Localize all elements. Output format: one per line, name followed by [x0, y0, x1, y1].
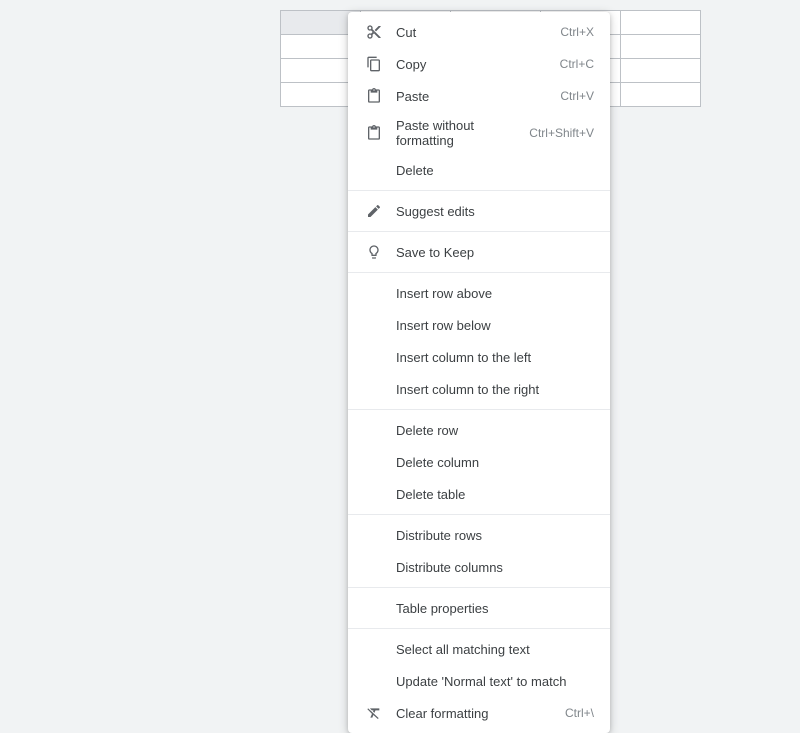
delete-column-label: Delete column: [396, 455, 594, 470]
menu-item-delete-row[interactable]: Delete row: [348, 414, 610, 446]
paste-icon: [364, 86, 384, 106]
menu-item-delete-table[interactable]: Delete table: [348, 478, 610, 510]
menu-item-cut[interactable]: Cut Ctrl+X: [348, 16, 610, 48]
paste-no-format-label: Paste without formatting: [396, 118, 521, 148]
cut-shortcut: Ctrl+X: [560, 25, 594, 39]
menu-item-suggest-edits[interactable]: Suggest edits: [348, 195, 610, 227]
menu-item-copy[interactable]: Copy Ctrl+C: [348, 48, 610, 80]
menu-item-insert-row-below[interactable]: Insert row below: [348, 309, 610, 341]
cut-label: Cut: [396, 25, 552, 40]
divider-7: [348, 628, 610, 629]
table-cell[interactable]: [621, 59, 701, 83]
distribute-rows-label: Distribute rows: [396, 528, 594, 543]
menu-item-insert-col-right[interactable]: Insert column to the right: [348, 373, 610, 405]
table-properties-label: Table properties: [396, 601, 594, 616]
menu-item-distribute-rows[interactable]: Distribute rows: [348, 519, 610, 551]
paste-no-format-shortcut: Ctrl+Shift+V: [529, 126, 594, 140]
divider-1: [348, 190, 610, 191]
table-cell[interactable]: [621, 83, 701, 107]
menu-item-paste[interactable]: Paste Ctrl+V: [348, 80, 610, 112]
divider-4: [348, 409, 610, 410]
menu-item-delete[interactable]: Delete: [348, 154, 610, 186]
paste-label: Paste: [396, 89, 552, 104]
divider-3: [348, 272, 610, 273]
clear-format-icon: [364, 703, 384, 723]
select-matching-label: Select all matching text: [396, 642, 594, 657]
menu-item-save-to-keep[interactable]: Save to Keep: [348, 236, 610, 268]
context-menu: Cut Ctrl+X Copy Ctrl+C Paste Ctrl+V Past…: [348, 12, 610, 733]
menu-item-clear-formatting[interactable]: Clear formatting Ctrl+\: [348, 697, 610, 729]
menu-item-delete-column[interactable]: Delete column: [348, 446, 610, 478]
pencil-box-icon: [364, 201, 384, 221]
delete-table-label: Delete table: [396, 487, 594, 502]
clear-formatting-shortcut: Ctrl+\: [565, 706, 594, 720]
paste-plain-icon: [364, 123, 384, 143]
menu-item-table-properties[interactable]: Table properties: [348, 592, 610, 624]
copy-shortcut: Ctrl+C: [560, 57, 594, 71]
clear-formatting-label: Clear formatting: [396, 706, 557, 721]
delete-label: Delete: [396, 163, 594, 178]
table-cell[interactable]: [621, 11, 701, 35]
menu-item-paste-no-format[interactable]: Paste without formatting Ctrl+Shift+V: [348, 112, 610, 154]
copy-icon: [364, 54, 384, 74]
insert-col-right-label: Insert column to the right: [396, 382, 594, 397]
insert-row-above-label: Insert row above: [396, 286, 594, 301]
menu-item-select-matching[interactable]: Select all matching text: [348, 633, 610, 665]
scissors-icon: [364, 22, 384, 42]
menu-item-update-normal[interactable]: Update 'Normal text' to match: [348, 665, 610, 697]
update-normal-label: Update 'Normal text' to match: [396, 674, 594, 689]
paste-shortcut: Ctrl+V: [560, 89, 594, 103]
copy-label: Copy: [396, 57, 552, 72]
divider-5: [348, 514, 610, 515]
keep-icon: [364, 242, 384, 262]
table-cell[interactable]: [621, 35, 701, 59]
menu-item-insert-row-above[interactable]: Insert row above: [348, 277, 610, 309]
distribute-columns-label: Distribute columns: [396, 560, 594, 575]
insert-row-below-label: Insert row below: [396, 318, 594, 333]
insert-col-left-label: Insert column to the left: [396, 350, 594, 365]
divider-6: [348, 587, 610, 588]
menu-item-insert-col-left[interactable]: Insert column to the left: [348, 341, 610, 373]
save-to-keep-label: Save to Keep: [396, 245, 594, 260]
delete-row-label: Delete row: [396, 423, 594, 438]
divider-2: [348, 231, 610, 232]
menu-item-distribute-columns[interactable]: Distribute columns: [348, 551, 610, 583]
suggest-edits-label: Suggest edits: [396, 204, 594, 219]
